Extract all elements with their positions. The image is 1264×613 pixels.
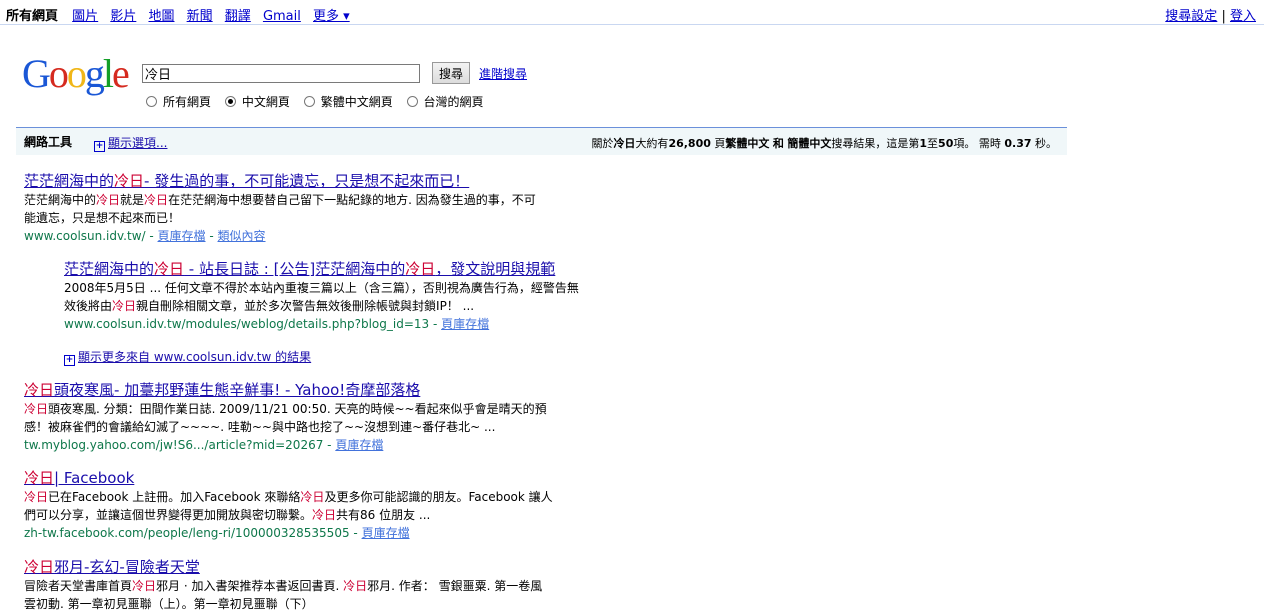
advanced-search-link[interactable]: 進階搜尋 <box>479 65 527 82</box>
nav-more[interactable]: 更多 ▾ <box>313 9 350 24</box>
result-url: www.coolsun.idv.tw/modules/weblog/detail… <box>64 317 490 331</box>
google-logo[interactable]: Google <box>22 50 130 98</box>
plus-icon: + <box>94 141 105 152</box>
search-input[interactable] <box>142 64 420 83</box>
top-navigation-bar: 所有網頁 圖片 影片 地圖 新聞 翻譯 Gmail 更多 ▾ 搜尋設定 | 登入 <box>0 0 1264 25</box>
language-radio-group: 所有網頁 中文網頁 繁體中文網頁 台灣的網頁 <box>146 93 494 110</box>
search-button[interactable]: 搜尋 <box>432 62 471 84</box>
radio-button[interactable] <box>406 96 418 107</box>
cache-link[interactable]: 頁庫存檔 <box>335 438 383 452</box>
cache-link[interactable]: 頁庫存檔 <box>362 526 410 540</box>
radio-all-web[interactable]: 所有網頁 <box>146 93 211 110</box>
login-link[interactable]: 登入 <box>1230 9 1256 24</box>
radio-traditional-chinese[interactable]: 繁體中文網頁 <box>303 93 393 110</box>
radio-button[interactable] <box>303 96 315 107</box>
show-options-link[interactable]: + 顯示選項... <box>94 134 167 152</box>
radio-button[interactable] <box>146 96 157 107</box>
nav-videos[interactable]: 影片 <box>110 9 136 24</box>
result-item: 冷日| Facebook 冷日已在Facebook 上註冊。加入Facebook… <box>24 467 584 541</box>
result-item: 冷日頭夜寒風- 加薹邦野蓮生態辛鮮事! - Yahoo!奇摩部落格 冷日頭夜寒風… <box>24 379 584 453</box>
search-settings-link[interactable]: 搜尋設定 <box>1165 9 1217 24</box>
separator: | <box>1221 9 1226 24</box>
nav-gmail[interactable]: Gmail <box>263 9 301 24</box>
cache-link[interactable]: 頁庫存檔 <box>158 229 206 243</box>
result-item-indented: 茫茫網海中的冷日 - 站長日誌 : [公告]茫茫網海中的冷日，發文說明與規範 2… <box>64 258 624 332</box>
result-item: 茫茫網海中的冷日- 發生過的事，不可能遺忘，只是想不起來而已！ 茫茫網海中的冷日… <box>24 170 584 244</box>
tools-bar: 網路工具 + 顯示選項... 關於冷日大約有26,800 頁繁體中文 和 簡體中文… <box>16 127 1067 155</box>
more-results-link[interactable]: + 顯示更多來自 www.coolsun.idv.tw 的結果 <box>64 348 311 366</box>
top-nav-links: 所有網頁 圖片 影片 地圖 新聞 翻譯 Gmail 更多 ▾ <box>6 5 358 24</box>
result-snippet: 冷日已在Facebook 上註冊。加入Facebook 來聯絡冷日及更多你可能認… <box>24 490 553 522</box>
result-snippet: 茫茫網海中的冷日就是冷日在茫茫網海中想要替自己留下一點紀錄的地方. 因為發生過的… <box>24 193 536 225</box>
radio-chinese-web[interactable]: 中文網頁 <box>224 93 290 110</box>
result-url: tw.myblog.yahoo.com/jw!S6.../article?mid… <box>24 438 384 452</box>
web-tools-label: 網路工具 <box>24 135 73 149</box>
result-snippet: 冒險者天堂書庫首頁冷日邪月 · 加入書架推荐本書返回書頁. 冷日邪月. 作者： … <box>24 579 543 611</box>
radio-button[interactable] <box>224 96 236 107</box>
result-snippet: 2008年5月5日 ... 任何文章不得於本站內重複三篇以上（含三篇），否則視為… <box>64 281 579 313</box>
radio-taiwan-web[interactable]: 台灣的網頁 <box>406 93 484 110</box>
similar-link[interactable]: 類似內容 <box>218 229 266 243</box>
top-right-links: 搜尋設定 | 登入 <box>1165 5 1256 24</box>
result-title-link[interactable]: 茫茫網海中的冷日- 發生過的事，不可能遺忘，只是想不起來而已！ <box>24 172 469 190</box>
nav-all-web: 所有網頁 <box>6 9 59 24</box>
result-title-link[interactable]: 冷日頭夜寒風- 加薹邦野蓮生態辛鮮事! - Yahoo!奇摩部落格 <box>24 381 420 399</box>
nav-news[interactable]: 新聞 <box>187 9 213 24</box>
result-snippet: 冷日頭夜寒風. 分類：田間作業日誌. 2009/11/21 00:50. 天亮的… <box>24 402 547 434</box>
result-stats: 關於冷日大約有26,800 頁繁體中文 和 簡體中文搜尋結果，這是第1至50項。… <box>591 137 1057 150</box>
plus-icon: + <box>64 355 75 366</box>
result-item: 冷日邪月-玄幻-冒險者天堂 冒險者天堂書庫首頁冷日邪月 · 加入書架推荐本書返回… <box>24 556 584 613</box>
nav-maps[interactable]: 地圖 <box>148 9 174 24</box>
nav-images[interactable]: 圖片 <box>72 9 98 24</box>
cache-link[interactable]: 頁庫存檔 <box>441 317 489 331</box>
result-url: www.coolsun.idv.tw/ - 頁庫存檔 - 類似內容 <box>24 229 266 243</box>
nav-translate[interactable]: 翻譯 <box>225 9 251 24</box>
result-url: zh-tw.facebook.com/people/leng-ri/100000… <box>24 526 410 540</box>
result-title-link[interactable]: 冷日邪月-玄幻-冒險者天堂 <box>24 558 200 576</box>
result-title-link[interactable]: 冷日| Facebook <box>24 469 134 487</box>
result-title-link[interactable]: 茫茫網海中的冷日 - 站長日誌 : [公告]茫茫網海中的冷日，發文說明與規範 <box>64 260 555 278</box>
